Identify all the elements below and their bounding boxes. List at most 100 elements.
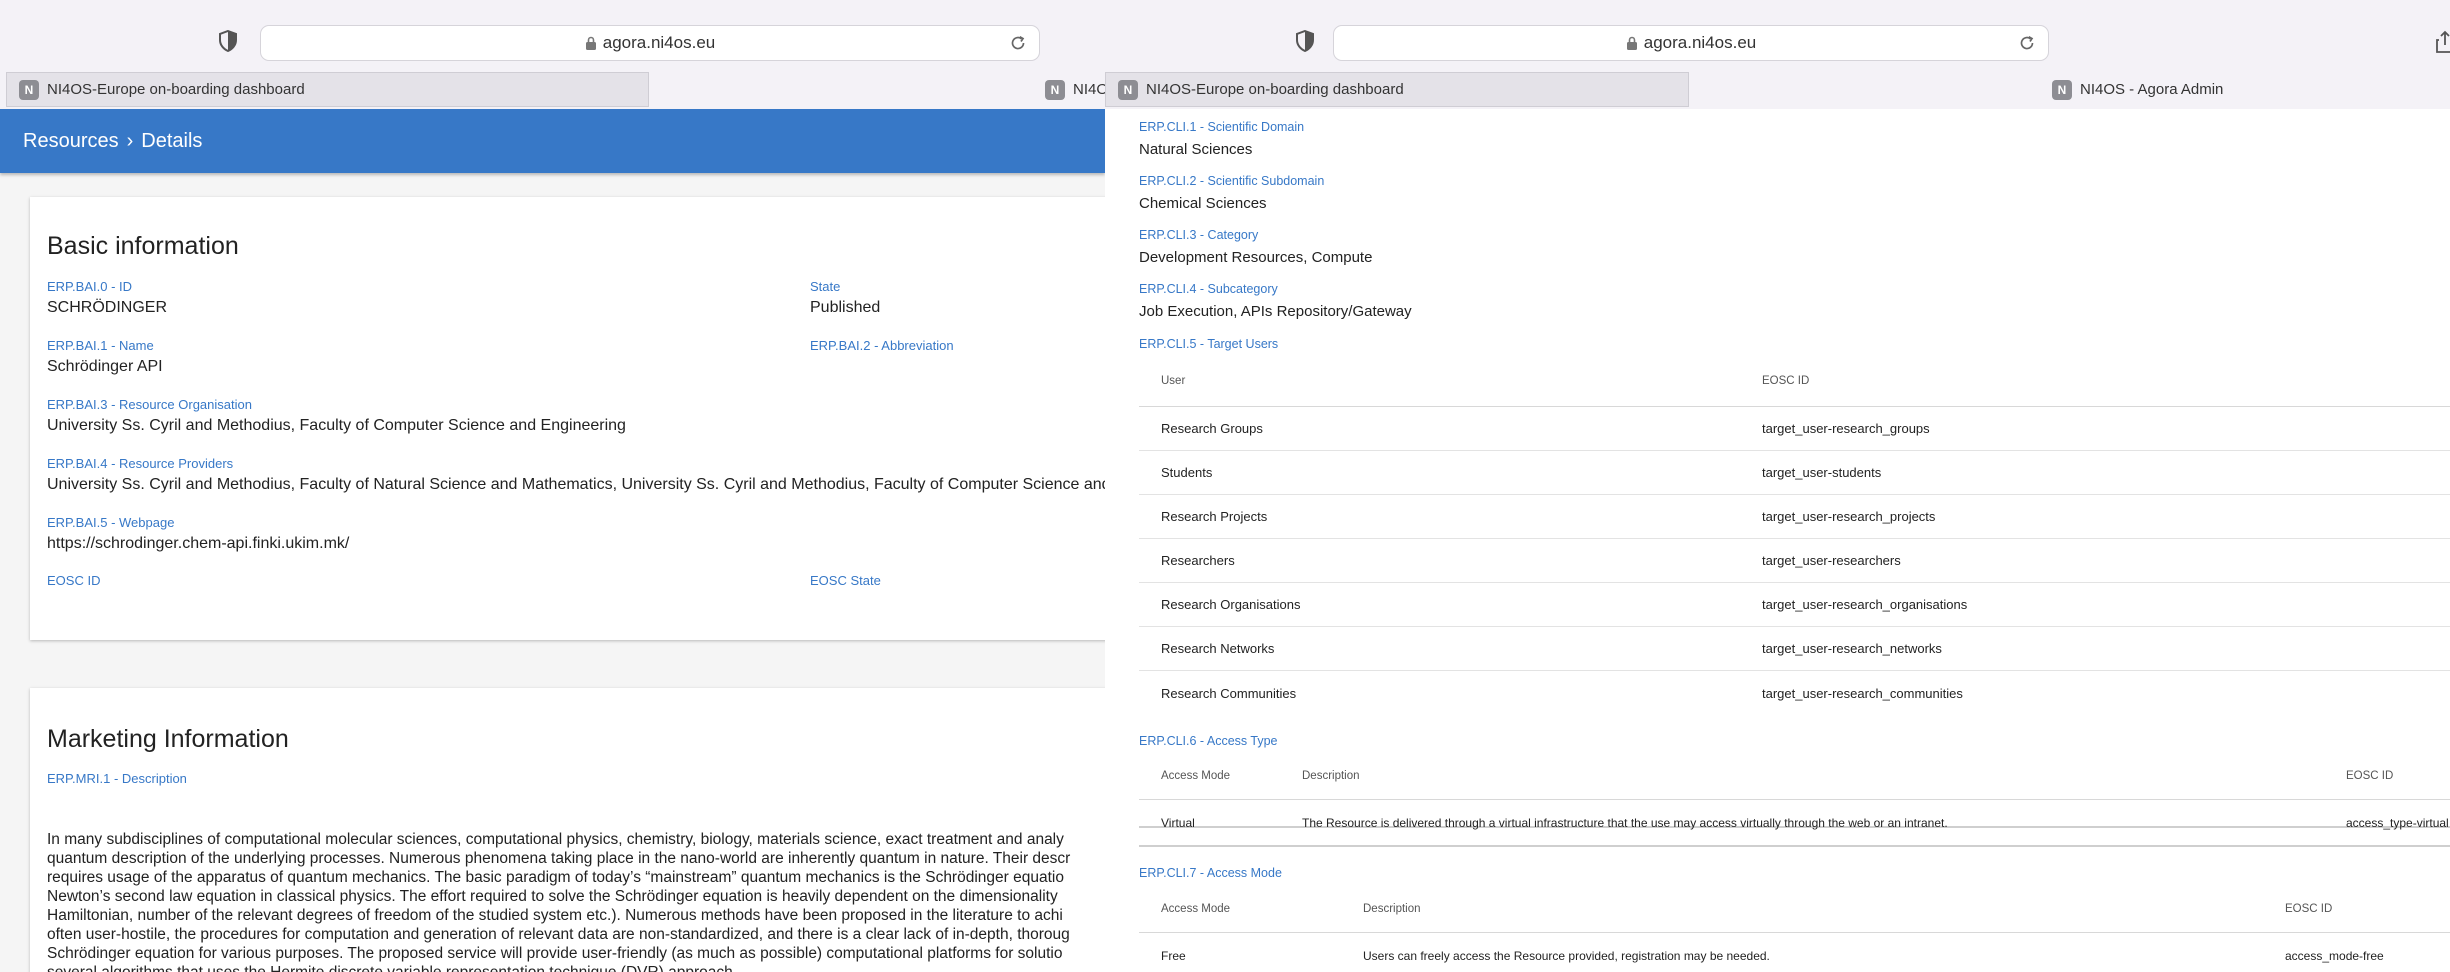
eosc-id-cell: target_user-researchers <box>1762 553 1901 568</box>
abbreviation-label: ERP.BAI.2 - Abbreviation <box>810 338 954 353</box>
providers-label: ERP.BAI.4 - Resource Providers <box>47 456 234 471</box>
table-row: Research Networks target_user-research_n… <box>1139 627 2450 671</box>
column-header-user[interactable]: User <box>1161 356 1185 406</box>
tab-label: NI4O <box>1073 81 1105 98</box>
state-label: State <box>810 279 841 294</box>
resource-details-page: Resources › Details Basic information ER… <box>0 109 1105 972</box>
column-header-access-mode[interactable]: Access Mode <box>1161 886 1230 932</box>
ni4os-favicon-icon: N <box>1118 79 1138 100</box>
state-value: Published <box>810 299 881 316</box>
tab-agora-admin[interactable]: N NI4O <box>1033 72 1105 107</box>
providers-value: University Ss. Cyril and Methodius, Facu… <box>47 476 1105 493</box>
eosc-id-label: EOSC ID <box>47 573 101 588</box>
description-line: Newton’s second law equation in classica… <box>47 888 1058 905</box>
table-row: Students target_user-students <box>1139 451 2450 495</box>
access-mode-table: Access Mode Description EOSC ID Free Use… <box>1139 886 2450 972</box>
category-value: Development Resources, Compute <box>1139 249 1373 266</box>
category-label: ERP.CLI.3 - Category <box>1139 228 1259 242</box>
section-title: Marketing Information <box>47 725 289 753</box>
description-line: several algorithms that uses the Hermite… <box>47 963 1105 972</box>
organisation-value: University Ss. Cyril and Methodius, Facu… <box>47 417 626 434</box>
column-header-eosc-id[interactable]: EOSC ID <box>1762 356 1809 406</box>
user-cell: Research Groups <box>1161 421 1263 436</box>
tab-onboarding-dashboard[interactable]: N NI4OS-Europe on-boarding dashboard <box>6 72 649 107</box>
user-cell: Research Projects <box>1161 509 1268 524</box>
user-cell: Research Networks <box>1161 641 1275 656</box>
browser-chrome-right: agora.ni4os.eu N NI4OS-Europe on-boardin… <box>1105 0 2450 109</box>
basic-information-card: Basic information ERP.BAI.0 - ID SCHRÖDI… <box>30 197 1105 640</box>
access-type-label: ERP.CLI.6 - Access Type <box>1139 734 1278 748</box>
browser-toolbar: agora.ni4os.eu <box>1105 8 2450 66</box>
subcategory-label: ERP.CLI.4 - Subcategory <box>1139 282 1278 296</box>
eosc-id-cell: target_user-research_communities <box>1762 685 1963 701</box>
eosc-state-label: EOSC State <box>810 573 881 588</box>
share-icon[interactable] <box>2435 30 2450 54</box>
description-line: In many subdisciplines of computational … <box>47 831 1064 848</box>
tab-label: NI4OS-Europe on-boarding dashboard <box>47 81 305 98</box>
reload-icon[interactable] <box>2018 34 2036 52</box>
lock-icon <box>1626 36 1637 50</box>
table-header-row: Access Mode Description EOSC ID <box>1139 886 2450 933</box>
address-bar[interactable]: agora.ni4os.eu <box>260 25 1040 61</box>
webpage-label: ERP.BAI.5 - Webpage <box>47 515 175 530</box>
tab-label: NI4OS - Agora Admin <box>2080 81 2224 98</box>
webpage-value[interactable]: https://schrodinger.chem-api.finki.ukim.… <box>47 535 349 553</box>
eosc-id-cell: target_user-research_groups <box>1762 421 1930 436</box>
tab-onboarding-dashboard[interactable]: N NI4OS-Europe on-boarding dashboard <box>1105 72 1689 107</box>
eosc-id-cell: access_mode-free <box>2285 948 2384 963</box>
column-header-eosc-id[interactable]: EOSC ID <box>2285 886 2332 932</box>
ni4os-favicon-icon: N <box>19 79 39 100</box>
description-line: often user-hostile, the procedures for c… <box>47 926 1070 943</box>
address-bar[interactable]: agora.ni4os.eu <box>1333 25 2049 61</box>
id-value: SCHRÖDINGER <box>47 299 168 316</box>
description-line: quantum description of the underlying pr… <box>47 850 1071 867</box>
tab-label: NI4OS-Europe on-boarding dashboard <box>1146 81 1404 98</box>
column-header-access-mode[interactable]: Access Mode <box>1161 753 1230 799</box>
scientific-subdomain-value: Chemical Sciences <box>1139 195 1267 212</box>
access-mode-cell: Virtual <box>1161 815 1195 830</box>
table-header-row: User EOSC ID <box>1139 356 2450 407</box>
privacy-shield-icon[interactable] <box>1295 30 1315 52</box>
app-header: Resources › Details <box>0 109 1105 173</box>
tab-agora-admin[interactable]: N NI4OS - Agora Admin <box>2040 72 2340 107</box>
user-cell: Researchers <box>1161 553 1235 568</box>
description-line: Hamiltonian, number of the relevant degr… <box>47 907 1063 924</box>
access-mode-cell: Free <box>1161 948 1186 963</box>
eosc-id-cell: target_user-research_networks <box>1762 641 1942 656</box>
breadcrumb-separator-icon: › <box>126 129 134 152</box>
column-header-description[interactable]: Description <box>1363 886 1421 932</box>
column-header-description[interactable]: Description <box>1302 753 1360 799</box>
breadcrumb-details: Details <box>141 129 203 152</box>
access-type-table: Access Mode Description EOSC ID Virtual … <box>1139 753 2450 847</box>
reload-icon[interactable] <box>1009 34 1027 52</box>
browser-chrome-left: agora.ni4os.eu N NI4OS-Europe on-boardin… <box>0 0 1105 109</box>
access-mode-label: ERP.CLI.7 - Access Mode <box>1139 866 1282 880</box>
description-cell: The Resource is delivered through a virt… <box>1302 815 1948 830</box>
id-label: ERP.BAI.0 - ID <box>47 279 133 294</box>
lock-icon <box>585 36 596 50</box>
organisation-label: ERP.BAI.3 - Resource Organisation <box>47 397 252 412</box>
table-row: Virtual The Resource is delivered throug… <box>1139 800 2450 845</box>
column-header-eosc-id[interactable]: EOSC ID <box>2346 753 2393 799</box>
url-text: agora.ni4os.eu <box>1643 33 1757 52</box>
scientific-subdomain-label: ERP.CLI.2 - Scientific Subdomain <box>1139 174 1325 188</box>
scientific-domain-value: Natural Sciences <box>1139 141 1253 158</box>
table-row: Research Communities target_user-researc… <box>1139 671 2450 715</box>
description-line: requires usage of the apparatus of quant… <box>47 869 1064 886</box>
breadcrumb-resources[interactable]: Resources <box>23 130 119 153</box>
user-cell: Students <box>1161 465 1213 480</box>
table-row: Research Projects target_user-research_p… <box>1139 495 2450 539</box>
table-row: Research Groups target_user-research_gro… <box>1139 407 2450 451</box>
classification-details-page: ERP.CLI.1 - Scientific Domain Natural Sc… <box>1105 109 2450 972</box>
description-cell: Users can freely access the Resource pro… <box>1363 948 1770 963</box>
eosc-id-cell: target_user-students <box>1762 465 1882 480</box>
scientific-domain-label: ERP.CLI.1 - Scientific Domain <box>1139 120 1305 134</box>
description-label: ERP.MRI.1 - Description <box>47 771 187 786</box>
privacy-shield-icon[interactable] <box>218 30 238 52</box>
table-row: Research Organisations target_user-resea… <box>1139 583 2450 627</box>
table-row: Researchers target_user-researchers <box>1139 539 2450 583</box>
target-users-label: ERP.CLI.5 - Target Users <box>1139 337 1279 351</box>
table-row: Free Users can freely access the Resourc… <box>1139 933 2450 972</box>
eosc-id-cell: access_type-virtual <box>2346 815 2449 830</box>
name-label: ERP.BAI.1 - Name <box>47 338 154 353</box>
